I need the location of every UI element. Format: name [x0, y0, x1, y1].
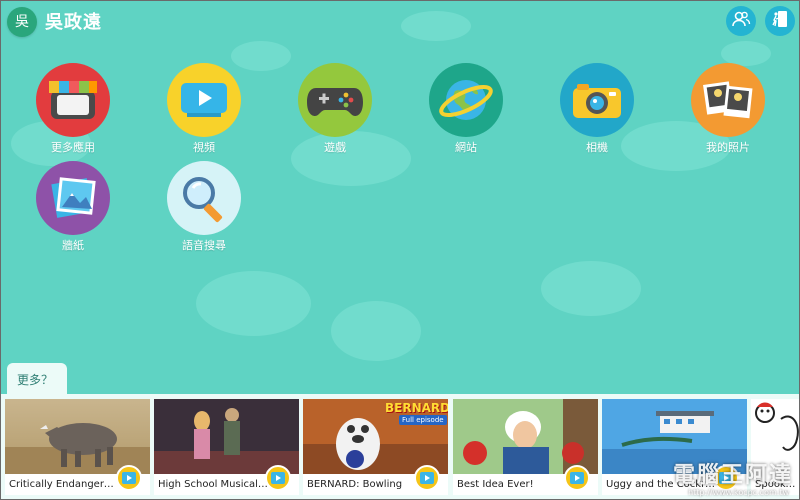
photos-icon: [691, 63, 765, 137]
gamepad-icon: [298, 63, 372, 137]
globe-icon: [429, 63, 503, 137]
video-title: Best Idea Ever!: [457, 479, 534, 490]
play-icon: [420, 472, 434, 484]
watermark: 電腦王阿達: [672, 463, 793, 488]
video-thumbnail: [154, 399, 299, 474]
video-thumbnail: [453, 399, 598, 474]
bernard-banner: BERNARD: [385, 401, 448, 415]
launcher-screen: 吳 吳政遠 更多應用 視頻 遊戲 網站 相機 我的照片 牆紙 語音搜尋 更多？ …: [0, 0, 800, 500]
cloud-decoration: [331, 301, 421, 361]
video-card[interactable]: Critically Endangere...: [5, 399, 150, 495]
app-wallpaper[interactable]: 牆紙: [18, 161, 128, 253]
full-episode-badge: Full episode: [399, 415, 447, 425]
app-label: 我的照片: [706, 141, 750, 154]
wallpaper-icon: [36, 161, 110, 235]
cloud-decoration: [196, 271, 311, 336]
app-label: 牆紙: [62, 239, 84, 252]
play-icon: [570, 472, 584, 484]
video-card[interactable]: High School Musical ...: [154, 399, 299, 495]
play-button[interactable]: [265, 465, 291, 491]
app-websites[interactable]: 網站: [411, 63, 521, 155]
username-title: 吳政遠: [45, 12, 102, 33]
video-title: BERNARD: Bowling: [307, 479, 403, 490]
user-avatar[interactable]: 吳: [7, 7, 37, 37]
voice-search-icon: [167, 161, 241, 235]
exit-icon: [770, 9, 790, 33]
app-label: 網站: [455, 141, 477, 154]
app-games[interactable]: 遊戲: [280, 63, 390, 155]
play-icon: [271, 472, 285, 484]
app-video[interactable]: 視頻: [149, 63, 259, 155]
app-my-photos[interactable]: 我的照片: [673, 63, 783, 155]
more-tab[interactable]: 更多？: [7, 363, 67, 397]
app-more-apps[interactable]: 更多應用: [18, 63, 128, 155]
switch-profile-button[interactable]: [726, 6, 756, 36]
watermark-url: http://www.kocpc.com.tw: [688, 488, 789, 497]
app-voice-search[interactable]: 語音搜尋: [149, 161, 259, 253]
users-icon: [731, 9, 751, 33]
store-icon: [36, 63, 110, 137]
cloud-decoration: [401, 11, 471, 41]
video-thumbnail: [5, 399, 150, 474]
app-label: 相機: [586, 141, 608, 154]
video-icon: [167, 63, 241, 137]
video-card[interactable]: Best Idea Ever!: [453, 399, 598, 495]
play-button[interactable]: [414, 465, 440, 491]
app-camera[interactable]: 相機: [542, 63, 652, 155]
app-label: 視頻: [193, 141, 215, 154]
video-card[interactable]: BERNARD Full episode BERNARD: Bowling: [303, 399, 448, 495]
app-label: 更多應用: [51, 141, 95, 154]
video-title: Critically Endangere...: [9, 479, 119, 490]
camera-icon: [560, 63, 634, 137]
video-title: High School Musical ...: [158, 479, 268, 490]
play-button[interactable]: [116, 465, 142, 491]
exit-button[interactable]: [765, 6, 795, 36]
app-label: 遊戲: [324, 141, 346, 154]
play-button[interactable]: [564, 465, 590, 491]
app-label: 語音搜尋: [182, 239, 226, 252]
play-icon: [122, 472, 136, 484]
cloud-decoration: [541, 261, 641, 316]
